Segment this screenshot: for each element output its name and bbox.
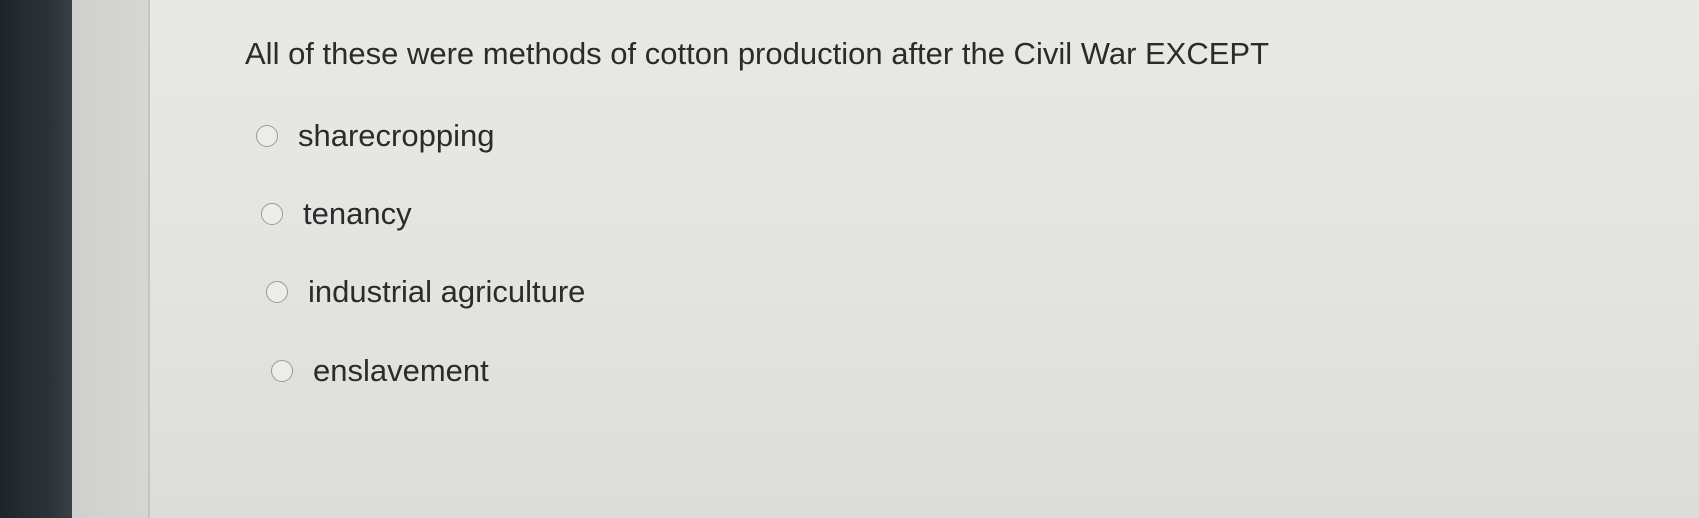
answer-option-industrial-agriculture[interactable]: industrial agriculture [266,274,585,310]
answer-option-enslavement[interactable]: enslavement [271,353,489,389]
answer-label: tenancy [303,196,412,231]
radio-button[interactable] [271,360,293,382]
page-margin [72,0,148,518]
answer-label: enslavement [313,353,489,388]
radio-button[interactable] [261,203,283,225]
answer-label: sharecropping [298,118,495,153]
answer-option-tenancy[interactable]: tenancy [261,196,412,232]
radio-button[interactable] [266,281,288,303]
quiz-panel: All of these were methods of cotton prod… [150,0,1699,518]
question-text: All of these were methods of cotton prod… [245,36,1270,71]
answer-label: industrial agriculture [308,274,586,309]
answer-option-sharecropping[interactable]: sharecropping [256,118,494,154]
screen: All of these were methods of cotton prod… [0,0,1699,518]
radio-button[interactable] [256,125,278,147]
monitor-bezel [0,0,72,518]
